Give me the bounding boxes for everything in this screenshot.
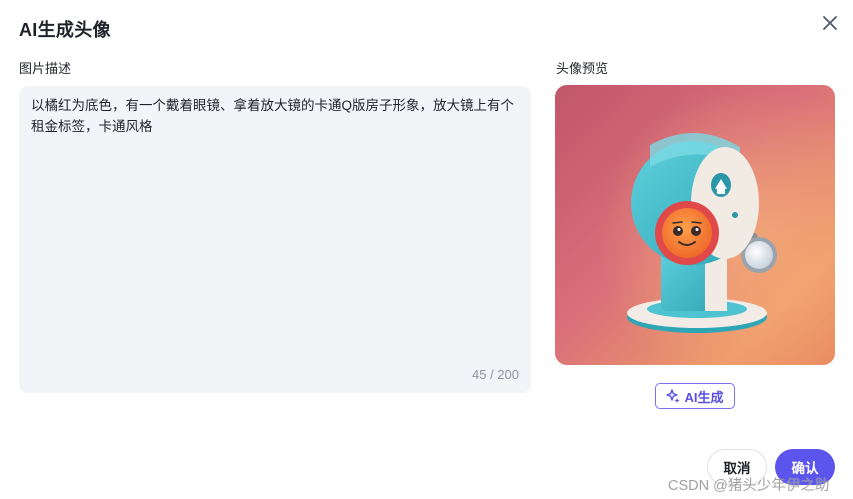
- sparkle-icon: [666, 389, 680, 403]
- dialog-title: AI生成头像: [19, 20, 111, 40]
- description-textarea[interactable]: 以橘红为底色，有一个戴着眼镜、拿着放大镜的卡通Q版房子形象，放大镜上有个租金标签…: [19, 86, 531, 393]
- avatar-preview-image: [555, 85, 835, 365]
- ai-generate-button[interactable]: AI生成: [655, 383, 735, 409]
- preview-label: 头像预览: [556, 61, 609, 76]
- description-label: 图片描述: [19, 61, 72, 76]
- character-counter: 45 / 200: [472, 367, 519, 382]
- watermark: CSDN @猪头少年伊之助: [668, 478, 830, 494]
- ai-avatar-dialog: AI生成头像 图片描述 头像预览 以橘红为底色，有一个戴着眼镜、拿着放大镜的卡通…: [0, 0, 853, 499]
- ai-generate-label: AI生成: [684, 389, 724, 405]
- description-text[interactable]: 以橘红为底色，有一个戴着眼镜、拿着放大镜的卡通Q版房子形象，放大镜上有个租金标签…: [31, 95, 519, 137]
- close-icon[interactable]: [818, 11, 842, 35]
